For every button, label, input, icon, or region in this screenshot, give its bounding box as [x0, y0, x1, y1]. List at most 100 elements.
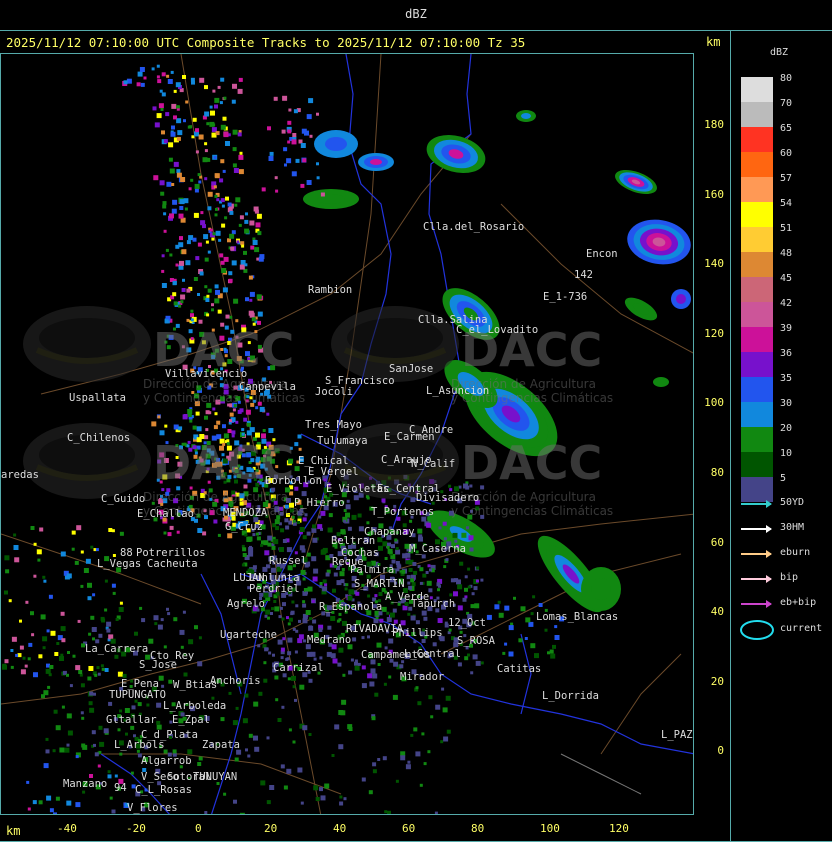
- place-name: M_Caserna: [409, 543, 466, 555]
- x-tick-label: 100: [540, 822, 560, 835]
- dacc-logo-icon: [23, 306, 151, 382]
- place-name: N_Calif: [411, 458, 455, 470]
- x-tick-label: 20: [264, 822, 278, 835]
- radar-echo-cell: [516, 110, 536, 122]
- place-name: C_L_Rosas: [135, 784, 192, 796]
- legend-swatch: [741, 477, 773, 502]
- composite-tracks-subtitle: 2025/11/12 07:10:00 UTC Composite Tracks…: [6, 35, 526, 50]
- legend-swatch: [741, 327, 773, 352]
- legend-level-label: 42: [780, 298, 793, 309]
- track-label: eb+bip: [780, 597, 817, 608]
- radar-echo-cell: [303, 189, 359, 209]
- place-name: Perdriel: [249, 583, 300, 595]
- x-tick-label: 60: [402, 822, 416, 835]
- radar-echo-cell: [671, 289, 691, 309]
- track-arrow-icon: [741, 600, 772, 608]
- place-name: Rambion: [308, 284, 352, 296]
- place-name: Encon: [586, 248, 618, 260]
- x-tick-label: 0: [195, 822, 202, 835]
- place-name: P_Hierro: [294, 497, 345, 509]
- place-name: Tapurch: [411, 598, 455, 610]
- place-name: G_Cruz: [225, 521, 263, 533]
- place-name: Beltran: [331, 535, 375, 547]
- y-axis-unit: km: [706, 35, 721, 49]
- place-name: Villavicencio: [165, 368, 247, 380]
- legend-level-label: 45: [780, 273, 793, 284]
- track-arrow-icon: [741, 575, 772, 583]
- legend-swatch: [741, 77, 773, 102]
- legend-swatch: [741, 177, 773, 202]
- legend-title: dBZ: [770, 47, 789, 58]
- x-tick-label: -40: [57, 822, 77, 835]
- place-name: Algarrob: [141, 755, 192, 767]
- place-name: L_Arboleda: [163, 700, 226, 712]
- place-name: E_Zpal: [172, 714, 210, 726]
- legend-level-label: 36: [780, 348, 793, 359]
- y-tick-label: 20: [710, 674, 724, 688]
- track-arrow-icon: [741, 525, 772, 533]
- place-name: E_Challao: [137, 508, 194, 520]
- place-name: Agrelo: [227, 598, 265, 610]
- legend-swatch: [741, 302, 773, 327]
- place-name: Tres_Mayo: [305, 419, 362, 431]
- track-arrow-icon: [741, 500, 772, 508]
- place-name: TUNUYAN: [193, 771, 237, 783]
- legend-swatch: [741, 152, 773, 177]
- y-tick-label: 0: [717, 744, 724, 758]
- current-label: current: [780, 623, 823, 634]
- x-tick-label: 80: [471, 822, 485, 835]
- place-name: L_Arbols: [114, 739, 165, 751]
- y-tick-label: 160: [704, 187, 724, 201]
- watermark-line2: y Contingencias Climáticas: [143, 391, 305, 405]
- place-name: C_el_Lovadito: [456, 324, 538, 336]
- place-name: L_Vegas: [97, 558, 141, 570]
- legend-level-label: 80: [780, 73, 793, 84]
- track-label: bip: [780, 572, 799, 583]
- legend-swatch: [741, 202, 773, 227]
- place-name: L_Dorrida: [542, 690, 599, 702]
- place-name: Phillips: [392, 627, 443, 639]
- place-name: Jocoli: [315, 386, 353, 398]
- legend-level-label: 20: [780, 423, 793, 434]
- place-name: Palmira: [350, 564, 394, 576]
- x-tick-label: 40: [333, 822, 347, 835]
- place-name: C_Chilenos: [67, 432, 130, 444]
- legend-swatch: [741, 402, 773, 427]
- place-name: Mirador: [400, 671, 444, 683]
- y-tick-label: 100: [704, 396, 724, 410]
- place-name: Borbollon: [265, 475, 322, 487]
- place-name: S_Jose: [139, 659, 177, 671]
- legend-swatch: [741, 277, 773, 302]
- watermark-brand: DACC: [461, 436, 602, 490]
- place-name: Cacheuta: [147, 558, 198, 570]
- radar-map[interactable]: DACC Dirección de Agricultura y Contingenc…: [0, 53, 694, 815]
- legend-level-label: 51: [780, 223, 793, 234]
- radar-clutter: [486, 595, 565, 659]
- x-tick-label: 120: [609, 822, 629, 835]
- radar-echo-cell: [426, 134, 486, 174]
- legend-level-label: 39: [780, 323, 793, 334]
- place-name: T_Portenos: [371, 506, 434, 518]
- radar-map-canvas[interactable]: DACC Dirección de Agricultura y Contingenc…: [1, 54, 694, 815]
- legend-level-label: 54: [780, 198, 793, 209]
- place-name: aredas: [1, 469, 39, 481]
- y-tick-label: 140: [704, 257, 724, 271]
- place-name: R_Espanola: [319, 601, 382, 613]
- x-axis-unit: km: [6, 824, 21, 838]
- y-tick-label: 180: [704, 118, 724, 131]
- place-name: La_Carrera: [85, 643, 148, 655]
- radar-clutter: [152, 74, 244, 197]
- legend-swatch: [741, 352, 773, 377]
- place-name: Catitas: [497, 663, 541, 675]
- track-label: 50YD: [780, 497, 805, 508]
- place-name: S_ROSA: [457, 635, 496, 647]
- place-name: 142: [574, 269, 593, 281]
- radar-echo-cell: [615, 169, 657, 195]
- legend-swatch: [741, 227, 773, 252]
- legend-swatch: [741, 377, 773, 402]
- place-name: L_Central: [404, 648, 461, 660]
- legend-level-label: 70: [780, 98, 793, 109]
- watermark-line1: Dirección de Agricultura: [143, 490, 288, 504]
- track-arrow-icon: [741, 550, 772, 558]
- window-title: dBZ: [405, 7, 427, 21]
